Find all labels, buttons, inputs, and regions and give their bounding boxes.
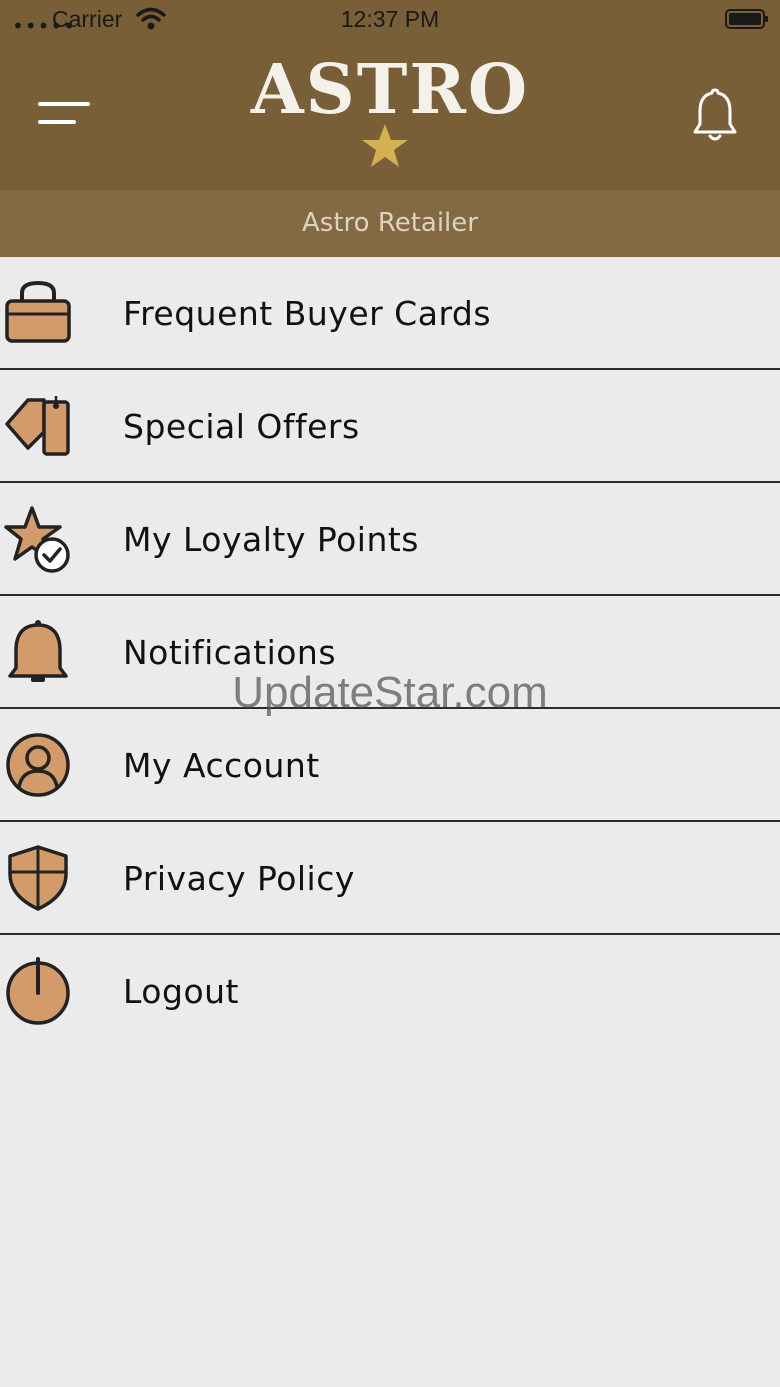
menu-item-privacy-policy[interactable]: Privacy Policy	[0, 822, 780, 935]
watermark: UpdateStar.com	[232, 668, 548, 717]
menu-item-label: My Loyalty Points	[123, 520, 419, 559]
menu-item-special-offers[interactable]: Special Offers	[0, 370, 780, 483]
menu-item-label: My Account	[123, 746, 320, 785]
shield-icon	[8, 845, 68, 911]
shopping-bag-icon	[5, 280, 71, 343]
price-tag-icon	[5, 396, 70, 456]
menu-item-my-account[interactable]: My Account	[0, 709, 780, 822]
status-time: 12:37 PM	[340, 6, 440, 32]
user-profile-icon	[6, 733, 70, 797]
menu-item-my-loyalty-points[interactable]: My Loyalty Points	[0, 483, 780, 596]
app-header: ••••• Carrier 12:37 PM ASTRO	[0, 0, 780, 190]
retailer-name-bar: Astro Retailer	[0, 190, 780, 257]
menu-item-label: Privacy Policy	[123, 859, 355, 898]
bell-icon[interactable]	[690, 86, 740, 144]
menu-item-frequent-buyer-cards[interactable]: Frequent Buyer Cards	[0, 257, 780, 370]
menu-item-logout[interactable]: Logout	[0, 935, 780, 1048]
battery-icon	[725, 9, 768, 29]
menu-item-label: Special Offers	[123, 407, 360, 446]
side-menu-list: Frequent Buyer Cards Special Offers My L…	[0, 257, 780, 1048]
star-check-icon	[4, 506, 70, 573]
astro-logo: ASTRO	[200, 50, 580, 180]
logo-text: ASTRO	[250, 50, 530, 130]
star-icon	[362, 124, 408, 167]
menu-item-label: Frequent Buyer Cards	[123, 294, 492, 333]
menu-item-label: Logout	[123, 972, 239, 1011]
power-icon	[6, 957, 70, 1025]
status-bar: ••••• Carrier 12:37 PM	[0, 0, 780, 40]
hamburger-menu-icon[interactable]	[34, 96, 96, 136]
